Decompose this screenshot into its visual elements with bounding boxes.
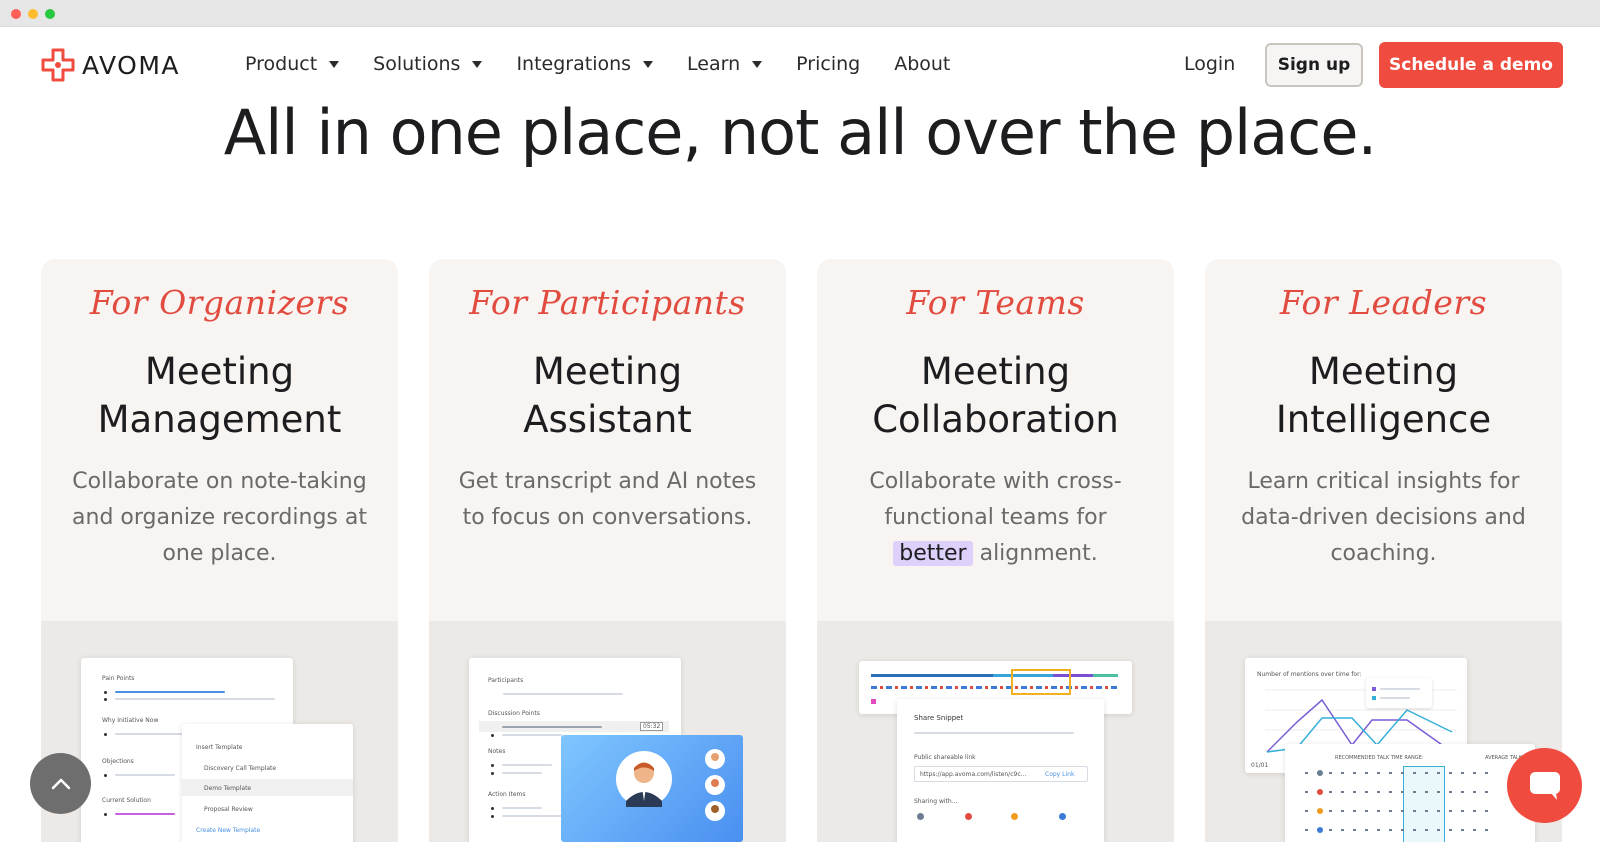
notes-heading: Participants <box>488 677 524 684</box>
insert-template-panel: Insert Template Discovery Call Template … <box>182 724 353 842</box>
card-title-line: Meeting <box>144 350 295 393</box>
card-title-line: Assistant <box>523 398 692 441</box>
notes-heading: Notes <box>488 748 506 755</box>
card-illustration: Number of mentions over time for: 01/01 … <box>1205 621 1562 842</box>
menu-about[interactable]: About <box>894 53 950 75</box>
share-url: https://app.avoma.com/listen/c9c... <box>920 771 1027 778</box>
create-template-link[interactable]: Create New Template <box>196 827 260 834</box>
snippet-selection[interactable] <box>1011 669 1071 695</box>
share-link-field[interactable]: https://app.avoma.com/listen/c9c... Copy… <box>914 766 1088 782</box>
card-description: Get transcript and AI notes to focus on … <box>458 469 757 530</box>
notes-heading: Objections <box>102 758 134 765</box>
card-title: Meeting Intelligence <box>1205 348 1562 444</box>
scroll-to-top-button[interactable] <box>30 753 91 814</box>
card-kicker: For Organizers <box>89 283 350 322</box>
card-teams: For Teams Meeting Collaboration Collabor… <box>817 259 1174 842</box>
card-illustration: Pain Points Why Initiative Now Objection… <box>41 621 398 842</box>
timestamp-badge: 05:32 <box>640 722 664 731</box>
menu-label: Integrations <box>516 53 632 75</box>
card-kicker: For Participants <box>469 283 746 322</box>
card-participants: For Participants Meeting Assistant Get t… <box>429 259 786 842</box>
menu-label: Learn <box>687 53 741 75</box>
copy-link-button[interactable]: Copy Link <box>1045 771 1074 778</box>
talk-time-panel: RECOMMENDED TALK TIME RANGE: AVERAGE TAL… <box>1285 744 1536 842</box>
top-navigation: AVOMA Product Solutions Integrations Lea… <box>0 27 1600 103</box>
menu-solutions[interactable]: Solutions <box>373 53 483 75</box>
menu-product[interactable]: Product <box>245 53 340 75</box>
card-kicker: For Teams <box>906 283 1085 322</box>
card-title-line: Meeting <box>532 350 683 393</box>
notes-heading: Current Solution <box>102 797 151 804</box>
minimize-window-dot[interactable] <box>28 9 38 19</box>
desc-text: Collaborate with cross-functional teams … <box>869 469 1122 530</box>
caret-down-icon <box>329 60 340 68</box>
notes-heading: Why Initiative Now <box>102 717 159 724</box>
menu-integrations[interactable]: Integrations <box>516 53 654 75</box>
card-title: Meeting Management <box>41 348 398 444</box>
caret-down-icon <box>472 60 483 68</box>
card-leaders: For Leaders Meeting Intelligence Learn c… <box>1205 259 1562 842</box>
notes-heading: Pain Points <box>102 675 135 682</box>
desc-text: alignment. <box>972 541 1098 566</box>
template-option[interactable]: Demo Template <box>204 785 251 792</box>
share-snippet-panel: Share Snippet Public shareable link http… <box>897 699 1104 842</box>
card-title-line: Meeting <box>920 350 1071 393</box>
menu-pricing[interactable]: Pricing <box>796 53 860 75</box>
menu-label: About <box>894 53 951 75</box>
card-illustration: Share Snippet Public shareable link http… <box>817 621 1174 842</box>
sign-up-button[interactable]: Sign up <box>1265 43 1363 87</box>
avoma-logo-icon <box>41 48 75 82</box>
card-description: Collaborate with cross-functional teams … <box>843 464 1148 572</box>
main-menu: Product Solutions Integrations Learn Pri… <box>245 53 984 75</box>
menu-learn[interactable]: Learn <box>687 53 763 75</box>
maximize-window-dot[interactable] <box>45 9 55 19</box>
menu-label: Solutions <box>373 53 461 75</box>
public-link-label: Public shareable link <box>914 754 976 761</box>
chat-bubble-icon <box>1529 771 1560 800</box>
card-organizers: For Organizers Meeting Management Collab… <box>41 259 398 842</box>
participant-avatar-icon <box>616 751 672 807</box>
card-title-line: Collaboration <box>872 398 1119 441</box>
card-description: Learn critical insights for data-driven … <box>1241 469 1526 566</box>
notes-heading: Action Items <box>488 791 526 798</box>
video-call-panel <box>561 735 743 842</box>
hero-title: All in one place, not all over the place… <box>223 96 1377 169</box>
card-title-line: Management <box>97 398 342 441</box>
menu-label: Product <box>245 53 318 75</box>
template-option[interactable]: Discovery Call Template <box>204 765 276 772</box>
chart-date-label: 01/01 <box>1251 762 1269 769</box>
avoma-logo[interactable]: AVOMA <box>40 46 180 84</box>
chart-legend-tooltip <box>1366 678 1432 708</box>
caret-down-icon <box>752 60 763 68</box>
chart-title: Number of mentions over time for: <box>1257 671 1362 678</box>
highlighted-word: better <box>893 541 973 566</box>
card-title: Meeting Assistant <box>429 348 786 444</box>
template-heading: Insert Template <box>196 744 243 751</box>
browser-chrome <box>0 0 1600 27</box>
notes-heading: Discussion Points <box>488 710 540 717</box>
card-title-line: Intelligence <box>1275 398 1492 441</box>
share-snippet-title: Share Snippet <box>914 714 964 722</box>
chat-widget-button[interactable] <box>1507 748 1582 823</box>
sharing-with-label: Sharing with... <box>914 798 958 805</box>
login-link[interactable]: Login <box>1184 53 1235 75</box>
schedule-demo-button[interactable]: Schedule a demo <box>1379 42 1563 88</box>
caret-down-icon <box>643 60 654 68</box>
menu-label: Pricing <box>796 53 861 75</box>
card-title: Meeting Collaboration <box>817 348 1174 444</box>
logo-text: AVOMA <box>82 50 181 80</box>
card-description: Collaborate on note-taking and organize … <box>72 469 367 566</box>
card-title-line: Meeting <box>1308 350 1459 393</box>
template-option[interactable]: Proposal Review <box>204 806 253 813</box>
talk-time-range-label: RECOMMENDED TALK TIME RANGE: <box>1335 755 1424 761</box>
chevron-up-icon <box>51 778 70 789</box>
close-window-dot[interactable] <box>11 9 21 19</box>
card-kicker: For Leaders <box>1279 283 1488 322</box>
card-illustration: Participants Discussion Points 05:32 Not… <box>429 621 786 842</box>
